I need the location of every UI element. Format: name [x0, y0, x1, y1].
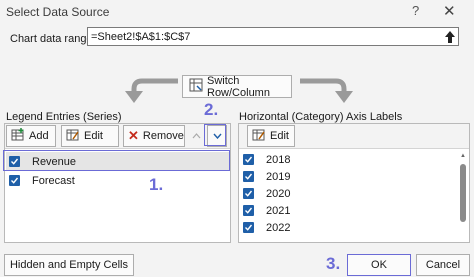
axis-item-label: 2021: [266, 204, 291, 217]
help-icon[interactable]: ?: [412, 3, 419, 18]
switch-row-column-label: Switch Row/Column: [207, 74, 270, 99]
scroll-up-icon[interactable]: ▲: [459, 152, 467, 160]
switch-grid-icon: [189, 78, 203, 95]
remove-series-button[interactable]: ✕ Remove: [123, 125, 185, 147]
move-up-button[interactable]: [187, 125, 205, 147]
hidden-empty-cells-button[interactable]: Hidden and Empty Cells: [4, 254, 134, 276]
checkbox-checked-icon[interactable]: [243, 154, 254, 165]
checkbox-checked-icon[interactable]: [9, 175, 20, 186]
list-item[interactable]: 2022: [240, 218, 457, 237]
checkbox-checked-icon[interactable]: [243, 171, 254, 182]
edit-axis-label: Edit: [270, 130, 289, 142]
chart-data-range-label: Chart data range:: [10, 33, 96, 45]
legend-entries-label: Legend Entries (Series): [6, 111, 122, 123]
axis-toolbar: Edit: [239, 124, 469, 149]
close-icon[interactable]: ✕: [443, 2, 456, 20]
legend-toolbar: Add Edit ✕ Remove: [5, 124, 230, 149]
cancel-button[interactable]: Cancel: [416, 254, 470, 276]
edit-table-icon: [66, 128, 80, 144]
ok-button[interactable]: OK: [347, 254, 411, 276]
annotation-step-3: 3.: [326, 254, 341, 273]
arrow-left-icon: [120, 73, 180, 108]
vertical-scrollbar[interactable]: ▲: [459, 152, 467, 240]
edit-series-button[interactable]: Edit: [61, 125, 119, 147]
axis-item-label: 2018: [266, 153, 291, 166]
checkbox-checked-icon[interactable]: [243, 222, 254, 233]
scroll-thumb[interactable]: [460, 164, 466, 222]
annotation-step-1: 1.: [149, 175, 164, 194]
axis-item-label: 2022: [266, 221, 291, 234]
axis-item-label: 2020: [266, 187, 291, 200]
switch-row-column-button[interactable]: Switch Row/Column: [182, 74, 292, 99]
legend-entries-panel: Add Edit ✕ Remove Revenue Forecast: [4, 123, 231, 243]
checkbox-checked-icon[interactable]: [243, 205, 254, 216]
remove-label: Remove: [142, 130, 184, 142]
checkbox-checked-icon[interactable]: [243, 188, 254, 199]
axis-item-label: 2019: [266, 170, 291, 183]
collapse-dialog-icon[interactable]: [442, 28, 458, 45]
series-label: Forecast: [32, 174, 75, 187]
edit-axis-button[interactable]: Edit: [247, 125, 295, 147]
dialog-title: Select Data Source: [6, 5, 110, 19]
chevron-up-icon: [192, 130, 201, 142]
edit-table-icon: [252, 128, 266, 144]
axis-labels-panel: Edit 2018 2019 2020 2021 2022 ▲: [238, 123, 470, 243]
chart-data-range-input[interactable]: =Sheet2!$A$1:$C$7: [87, 27, 459, 46]
edit-label: Edit: [84, 130, 103, 142]
axis-labels-label: Horizontal (Category) Axis Labels: [239, 111, 403, 123]
highlight-move-down: [204, 124, 226, 146]
annotation-step-2: 2.: [204, 100, 219, 119]
remove-x-icon: ✕: [128, 128, 139, 143]
highlight-revenue-row: [3, 150, 230, 171]
arrow-right-icon: [298, 73, 358, 108]
add-label: Add: [29, 130, 49, 142]
add-series-button[interactable]: Add: [6, 125, 56, 147]
add-table-icon: [11, 128, 25, 144]
list-item[interactable]: Forecast: [6, 171, 229, 190]
